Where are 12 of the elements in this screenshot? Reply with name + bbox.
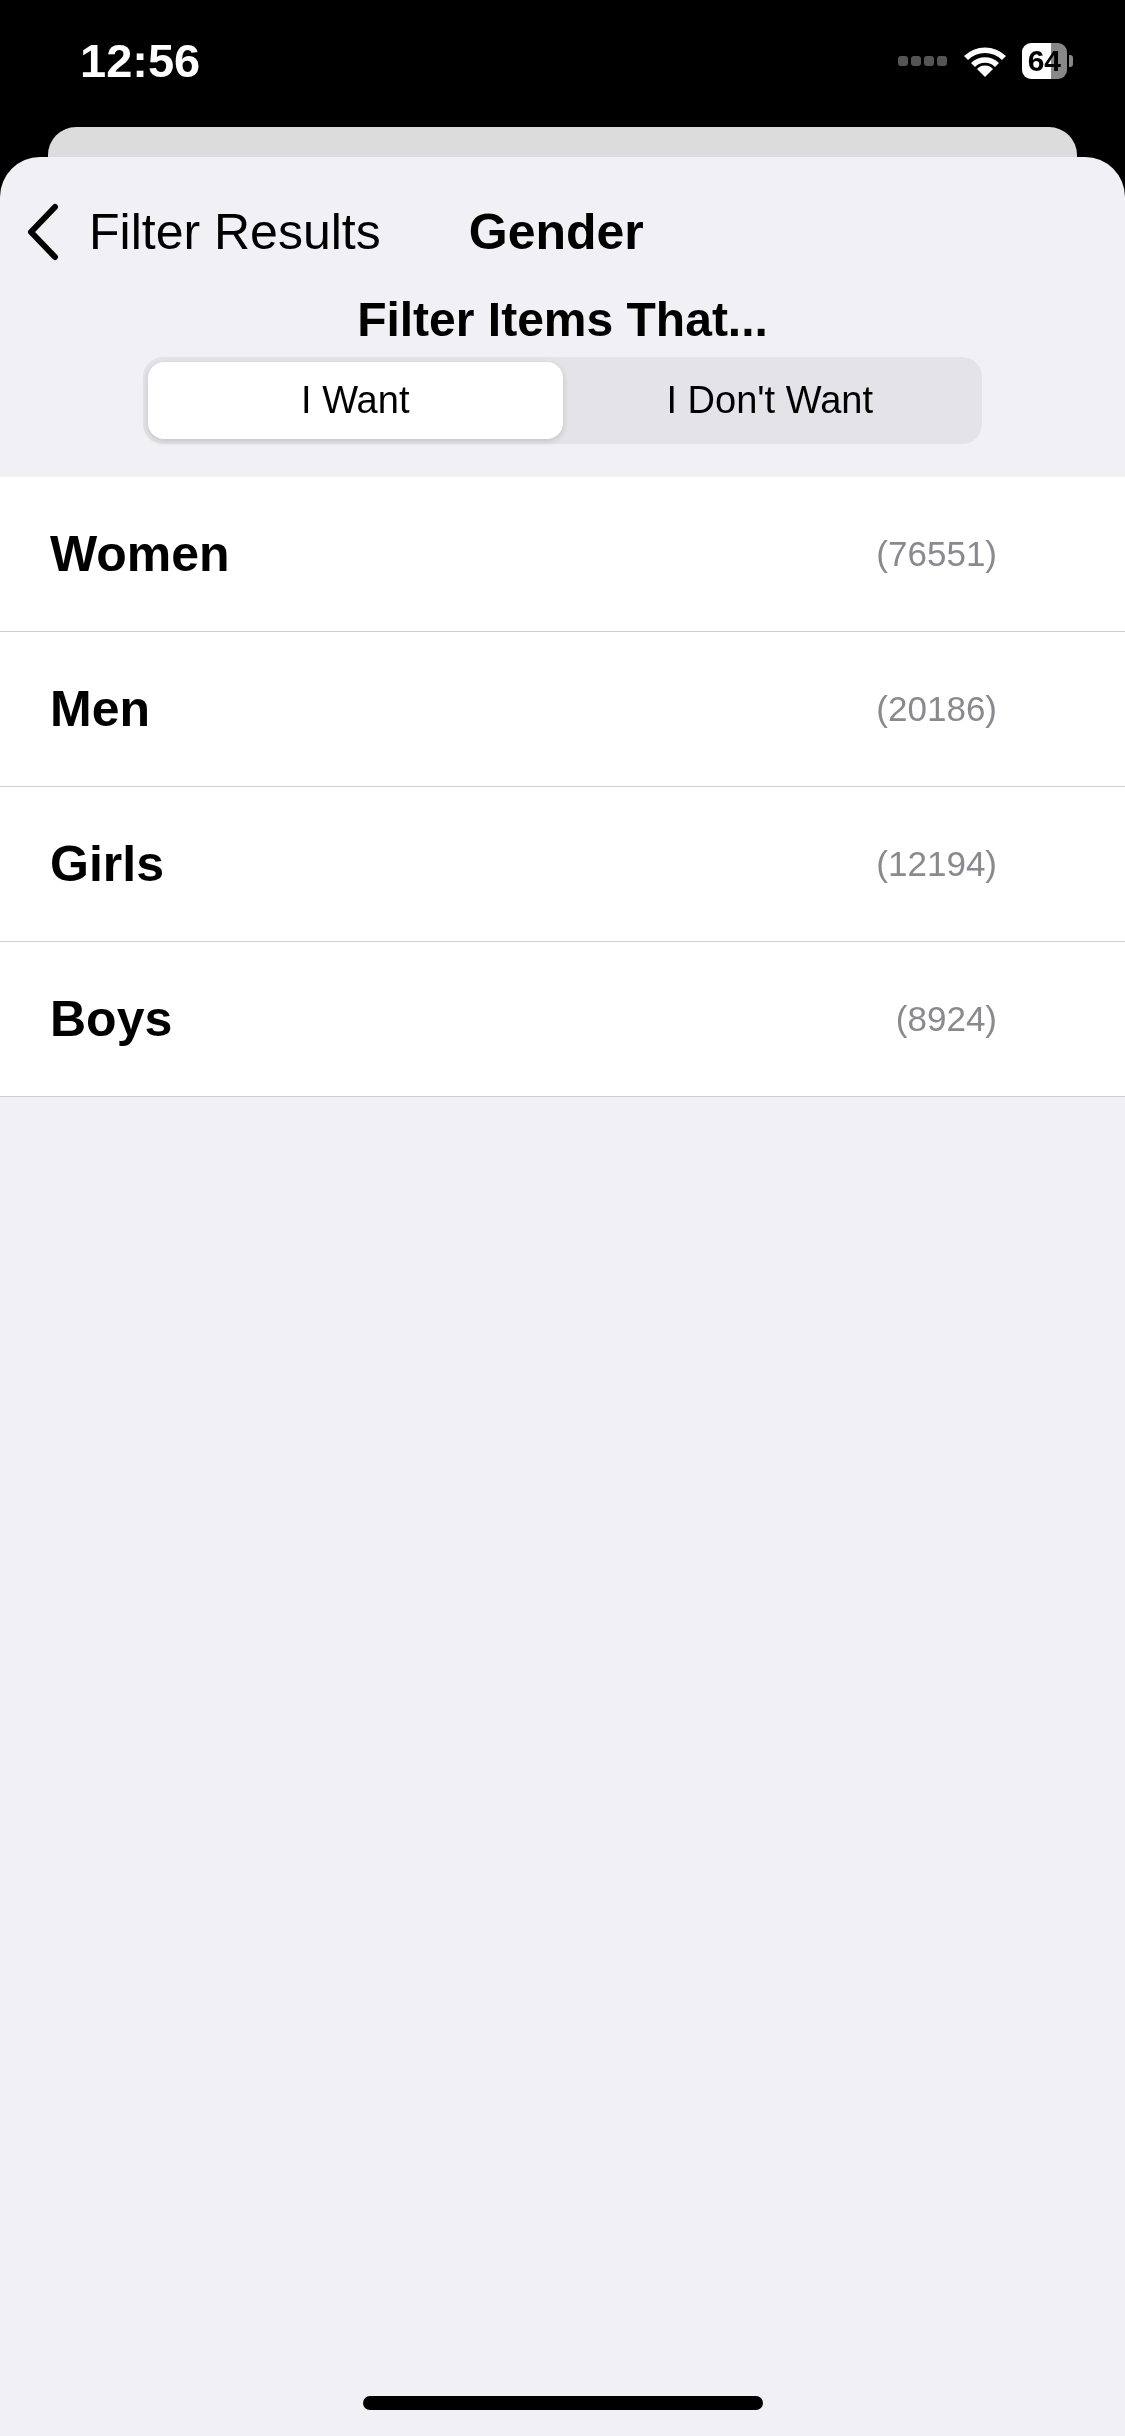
list-row[interactable]: Boys (8924) xyxy=(0,942,1125,1097)
filter-heading: Filter Items That... xyxy=(356,292,769,347)
back-button[interactable]: Filter Results xyxy=(25,203,381,261)
page-title: Gender xyxy=(468,203,644,261)
list-row[interactable]: Girls (12194) xyxy=(0,787,1125,942)
signal-icon xyxy=(897,53,948,68)
segment-tab[interactable]: I Don't Want xyxy=(562,362,977,439)
list-row[interactable]: Women (76551) xyxy=(0,477,1125,632)
chevron-left-icon xyxy=(25,203,61,261)
status-time: 12:56 xyxy=(80,33,201,88)
list-row[interactable]: Men (20186) xyxy=(0,632,1125,787)
segment-tab[interactable]: I Want xyxy=(148,362,563,439)
